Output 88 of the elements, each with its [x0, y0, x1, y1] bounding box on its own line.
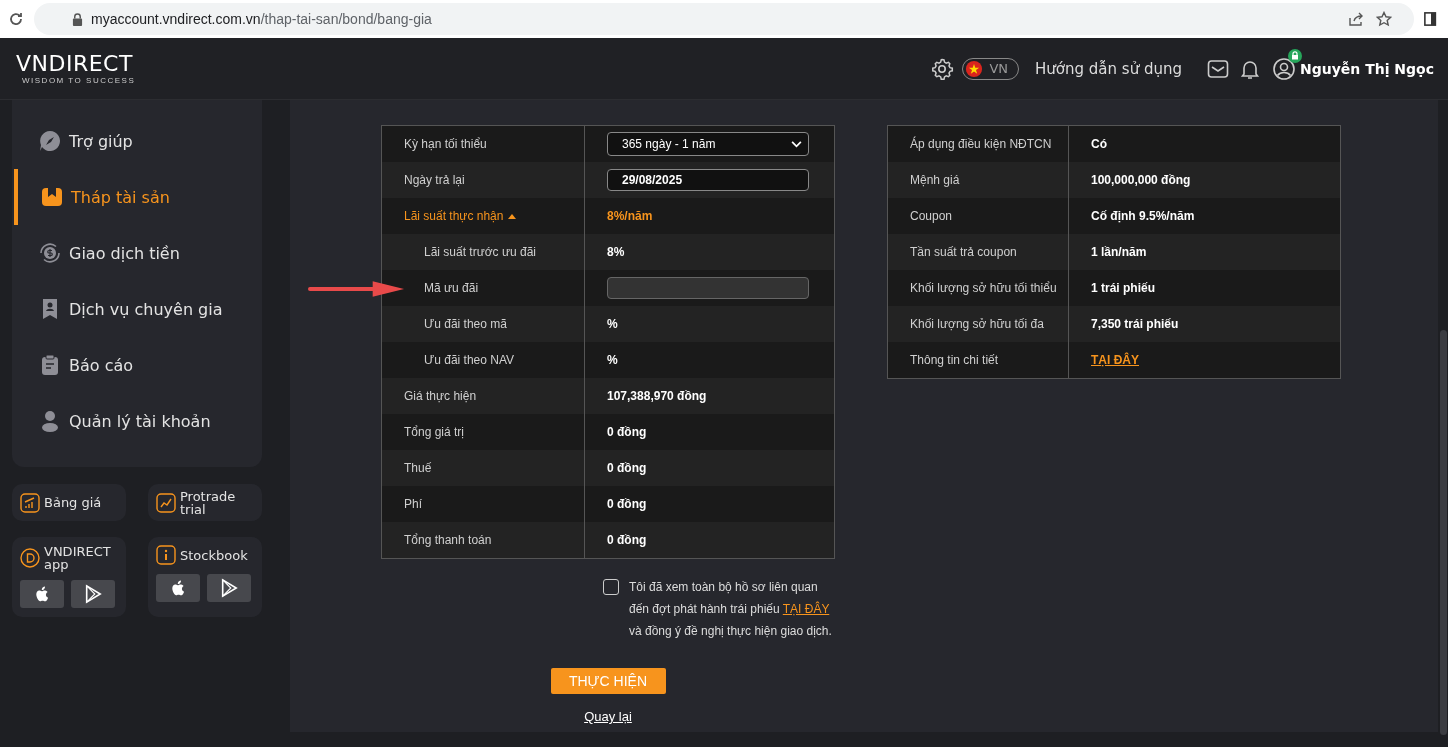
money-cycle-icon — [38, 241, 62, 265]
shortcut-tile[interactable]: Bảng giá — [12, 484, 126, 521]
row-value: 8%/năm — [607, 209, 653, 223]
play-icon — [84, 584, 102, 604]
logo[interactable]: VNDIRECT — [16, 51, 133, 76]
back-link[interactable]: Quay lại — [584, 709, 632, 724]
row-value: 107,388,970 đồng — [607, 389, 707, 403]
row-value: Cố định 9.5%/năm — [1091, 209, 1195, 223]
row-label: Ưu đãi theo mã — [424, 317, 507, 331]
row-value: 8% — [607, 245, 625, 259]
tile-label: Stockbook — [180, 548, 248, 562]
row-value: 0 đồng — [607, 425, 647, 439]
row-label: Giá thực hiện — [404, 389, 477, 403]
row-label: Ưu đãi theo NAV — [424, 353, 515, 367]
bar-chart-icon — [20, 492, 40, 513]
row-label: Thông tin chi tiết — [910, 353, 999, 367]
row-label: Áp dụng điều kiện NĐTCN — [910, 137, 1052, 151]
d-logo-icon — [20, 548, 40, 568]
row-value: 1 lần/năm — [1091, 245, 1147, 259]
row-label: Lãi suất trước ưu đãi — [424, 245, 536, 259]
sidebar-item[interactable]: Trợ giúp — [12, 113, 262, 169]
row-value: 100,000,000 đồng — [1091, 173, 1191, 187]
agreement-checkbox[interactable] — [603, 579, 619, 595]
row-value: 0 đồng — [607, 533, 647, 547]
row-label: Khối lượng sở hữu tối đa — [910, 317, 1044, 331]
documents-link[interactable]: TẠI ĐÂY — [782, 602, 830, 616]
details-link[interactable]: TẠI ĐÂY — [1091, 353, 1139, 367]
apple-icon — [33, 584, 51, 604]
address-bar[interactable]: myaccount.vndirect.com.vn/thap-tai-san/bond/bang-gia — [34, 3, 1414, 35]
shortcut-tile[interactable]: Protrade trial — [148, 484, 262, 521]
tile-label: Bảng giá — [44, 496, 102, 509]
sidebar-item[interactable]: Quản lý tài khoản — [12, 393, 262, 449]
app-store-button[interactable] — [156, 574, 200, 602]
share-icon[interactable] — [1348, 11, 1364, 27]
sidebar-item[interactable]: Báo cáo — [12, 337, 262, 393]
caret-icon — [508, 213, 517, 219]
promo-code-field[interactable] — [607, 277, 809, 299]
row-label: Khối lượng sở hữu tối thiểu — [910, 281, 1057, 295]
settings-icon[interactable] — [930, 56, 955, 81]
lock-icon[interactable] — [72, 12, 83, 26]
flag-icon — [965, 59, 984, 78]
row-label: Phí — [404, 497, 422, 511]
sidebar-item[interactable]: Tháp tài sản — [14, 169, 262, 225]
sidebar-item[interactable]: Giao dịch tiền — [12, 225, 262, 281]
bookmark-icon — [40, 185, 64, 209]
play-store-button[interactable] — [207, 574, 251, 602]
row-value: 0 đồng — [607, 461, 647, 475]
row-label: Ngày trả lại — [404, 173, 465, 187]
apple-icon — [169, 578, 187, 598]
row-label: Kỳ hạn tối thiểu — [404, 137, 487, 151]
row-label: Tần suất trả coupon — [910, 245, 1017, 259]
line-chart-icon — [156, 492, 176, 513]
star-icon[interactable] — [1376, 11, 1392, 27]
date-field[interactable]: 29/08/2025 — [607, 169, 809, 191]
term-select[interactable]: 365 ngày - 1 năm — [607, 132, 809, 156]
play-store-button[interactable] — [71, 580, 115, 608]
side-panel-icon[interactable] — [1424, 11, 1438, 27]
row-label: Mã ưu đãi — [424, 281, 479, 295]
user-name[interactable]: Nguyễn Thị Ngọc — [1300, 60, 1434, 77]
row-label: Thuế — [404, 461, 432, 475]
row-label: Tổng giá trị — [404, 425, 465, 439]
user-guide-link[interactable]: Hướng dẫn sử dụng — [1035, 59, 1182, 78]
row-value: 0 đồng — [607, 497, 647, 511]
row-label: Tổng thanh toán — [404, 533, 492, 547]
row-value: 7,350 trái phiếu — [1091, 317, 1179, 331]
row-value: Có — [1091, 137, 1107, 151]
play-icon — [220, 578, 238, 598]
sidebar-item[interactable]: Dịch vụ chuyên gia — [12, 281, 262, 337]
user-avatar-icon[interactable] — [1272, 56, 1296, 81]
shortcut-tile[interactable]: Stockbook — [148, 537, 262, 617]
tagline: WISDOM TO SUCCESS — [22, 75, 136, 86]
row-label: Mệnh giá — [910, 173, 960, 187]
info-icon — [156, 545, 176, 565]
app-store-button[interactable] — [20, 580, 64, 608]
interest-toggle[interactable]: Lãi suất thực nhận — [404, 209, 517, 223]
reload-icon[interactable] — [8, 11, 24, 27]
tile-label: VNDIRECT app — [44, 545, 112, 571]
chevron-down-icon — [791, 140, 802, 148]
tile-label: Protrade trial — [180, 489, 237, 516]
lock-badge-icon — [1288, 48, 1302, 63]
shortcut-tile[interactable]: VNDIRECT app — [12, 537, 126, 617]
agreement-text: Tôi đã xem toàn bộ hồ sơ liên quan đến đợt phát hành trái phiếu TẠI ĐÂY và đồng ý đề nghị thực hiện giao dịch. — [629, 579, 833, 640]
row-value: 1 trái phiếu — [1091, 281, 1155, 295]
compass-icon — [38, 129, 62, 153]
row-label: Coupon — [910, 209, 953, 223]
row-value: % — [607, 317, 618, 331]
row-value: % — [607, 353, 618, 367]
scrollbar[interactable] — [1440, 330, 1447, 735]
